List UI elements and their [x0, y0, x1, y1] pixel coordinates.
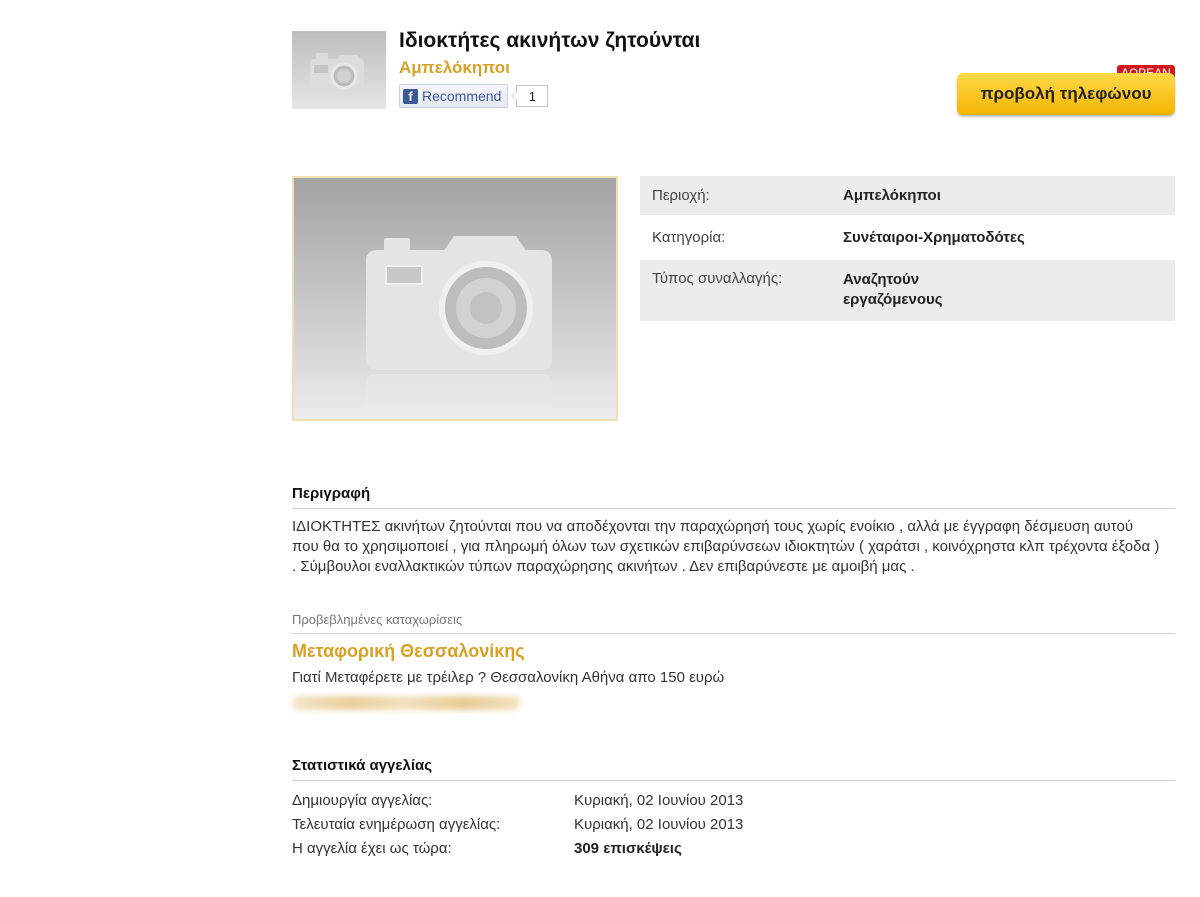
stats-row: Τελευταία ενημέρωση αγγελίας: Κυριακή, 0… [292, 812, 1175, 836]
recommend-count: 1 [511, 85, 549, 107]
detail-row-category: Κατηγορία: Συνέταιροι-Χρηματοδότες [640, 215, 1175, 260]
detail-value: Αμπελόκηποι [843, 186, 941, 204]
detail-label: Κατηγορία: [652, 229, 726, 246]
stats-value: 309 επισκέψεις [574, 839, 682, 857]
recommend-label: Recommend [422, 88, 502, 104]
stats-row: Δημιουργία αγγελίας: Κυριακή, 02 Ιουνίου… [292, 788, 1175, 812]
listing-photo[interactable] [292, 176, 618, 421]
camera-icon [366, 236, 552, 414]
detail-label: Περιοχή: [652, 187, 710, 204]
listing-title: Ιδιοκτήτες ακινήτων ζητούνται [399, 29, 701, 52]
promoted-text: Γιατί Μεταφέρετε με τρέιλερ ? Θεσσαλονίκ… [292, 669, 725, 686]
stats-table: Δημιουργία αγγελίας: Κυριακή, 02 Ιουνίου… [292, 788, 1175, 860]
description-heading: Περιγραφή [292, 485, 1175, 509]
promoted-heading: Προβεβλημένες καταχωρίσεις [292, 612, 1175, 634]
listing-location[interactable]: Αμπελόκηποι [399, 58, 510, 78]
facebook-icon: f [403, 88, 418, 104]
detail-value: Συνέταιροι-Χρηματοδότες [843, 228, 1025, 246]
detail-label: Τύπος συναλλαγής: [652, 270, 783, 287]
stats-row: Η αγγελία έχει ως τώρα: 309 επισκέψεις [292, 836, 1175, 860]
recommend-button[interactable]: f Recommend [399, 84, 509, 108]
facebook-recommend: f Recommend 1 [399, 84, 549, 108]
description-text: ΙΔΙΟΚΤΗΤΕΣ ακινήτων ζητούνται που να απο… [292, 518, 1160, 575]
listing-thumbnail[interactable] [292, 31, 386, 109]
stats-value: Κυριακή, 02 Ιουνίου 2013 [574, 815, 744, 833]
details-table: Περιοχή: Αμπελόκηποι Κατηγορία: Συνέταιρ… [640, 176, 1175, 321]
stats-label: Δημιουργία αγγελίας: [292, 791, 433, 809]
stats-label: Η αγγελία έχει ως τώρα: [292, 839, 452, 857]
promoted-title-link[interactable]: Μεταφορική Θεσσαλονίκης [292, 641, 525, 662]
promoted-url-blurred[interactable] [292, 696, 520, 710]
detail-value: Αναζητούν εργαζόμενους [843, 271, 943, 308]
stats-label: Τελευταία ενημέρωση αγγελίας: [292, 815, 501, 833]
detail-row-area: Περιοχή: Αμπελόκηποι [640, 176, 1175, 215]
detail-row-transaction: Τύπος συναλλαγής: Αναζητούν εργαζόμενους [640, 260, 1175, 321]
stats-heading: Στατιστικά αγγελίας [292, 757, 1175, 781]
camera-icon [310, 53, 364, 93]
show-phone-button[interactable]: προβολή τηλεφώνου [957, 73, 1175, 115]
stats-value: Κυριακή, 02 Ιουνίου 2013 [574, 791, 744, 809]
